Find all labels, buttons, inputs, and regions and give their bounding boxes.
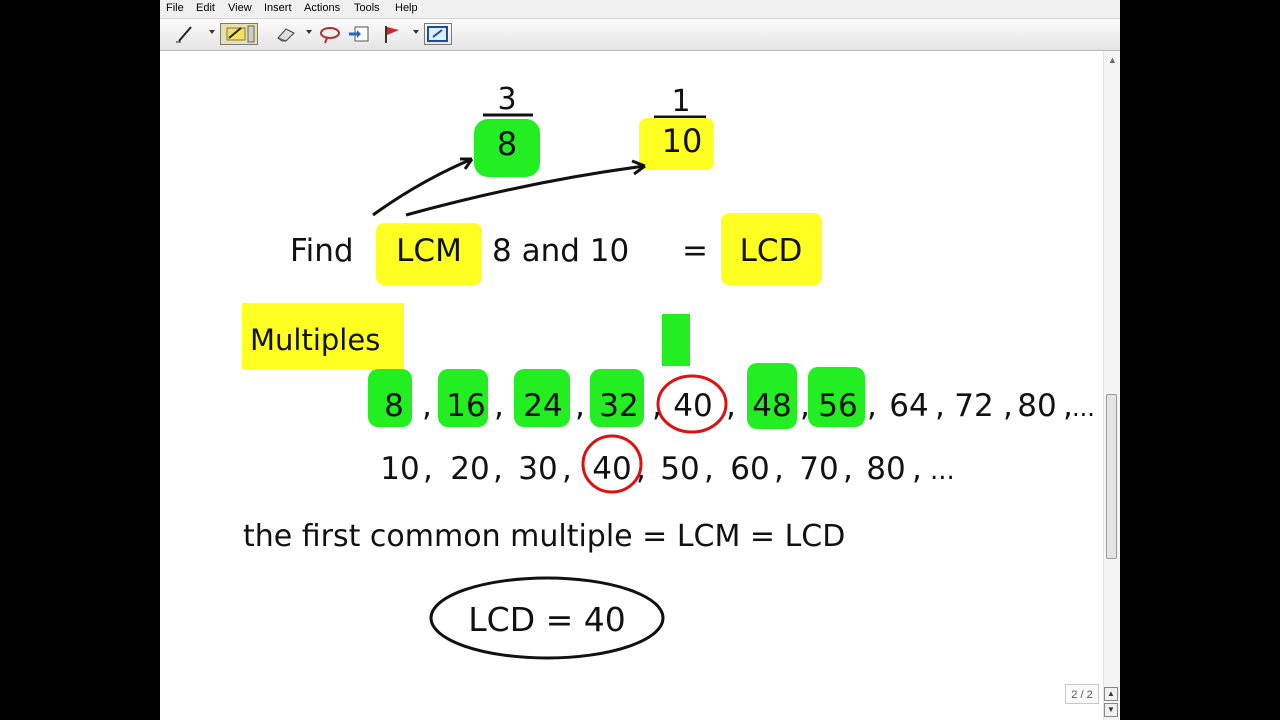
flag-icon (385, 26, 399, 43)
menu-edit[interactable]: Edit (196, 2, 215, 14)
svg-text:,: , (935, 388, 945, 424)
flag-dropdown-arrow[interactable] (413, 30, 419, 34)
multiple-of-10: 60 (730, 451, 769, 487)
fraction-a-denominator: 8 (497, 125, 517, 163)
screenshot-icon (427, 26, 448, 42)
multiple-of-10: 70 (799, 451, 838, 487)
lasso-tool-button[interactable] (316, 23, 344, 45)
multiples-of-10-ellipsis: ... (930, 456, 955, 486)
insert-space-icon (349, 26, 369, 42)
svg-text:,: , (704, 451, 714, 487)
equals-sign: = (682, 233, 708, 269)
previous-page-icon[interactable]: ▲ (1104, 687, 1118, 701)
menu-bar: File Edit View Insert Actions Tools Help (160, 0, 1120, 19)
fraction-b-numerator: 1 (671, 84, 690, 119)
whiteboard-canvas[interactable]: 3 8 1 10 Find LCM 8 and 10 = LCD Multipl… (160, 51, 1103, 720)
svg-text:,: , (636, 451, 646, 487)
svg-text:,: , (800, 388, 810, 424)
multiple-of-8: 32 (599, 388, 638, 424)
scroll-up-arrow-icon[interactable]: ▲ (1108, 55, 1117, 65)
menu-actions[interactable]: Actions (304, 2, 340, 14)
pen-dropdown-arrow[interactable] (209, 30, 215, 34)
page-indicator: 2 / 2 (1065, 684, 1099, 704)
multiple-of-8: 16 (446, 388, 485, 424)
vertical-scrollbar[interactable]: ▲ (1103, 51, 1120, 720)
insert-space-tool-button[interactable] (346, 23, 374, 45)
eight-and-ten-text: 8 and 10 (492, 233, 629, 269)
svg-text:,: , (843, 451, 853, 487)
svg-text:,: , (493, 451, 503, 487)
find-text: Find (290, 233, 354, 269)
multiple-of-10: 30 (518, 451, 557, 487)
pen-icon (176, 26, 192, 43)
svg-text:,: , (867, 388, 877, 424)
eraser-dropdown-arrow[interactable] (306, 30, 312, 34)
svg-text:,: , (575, 388, 585, 424)
multiple-of-8: 48 (752, 388, 791, 424)
menu-help[interactable]: Help (395, 2, 418, 14)
menu-tools[interactable]: Tools (354, 2, 380, 14)
conclusion-text: the first common multiple = LCM = LCD (243, 519, 845, 554)
svg-text:,: , (423, 451, 433, 487)
highlighter-icon (226, 25, 255, 43)
multiple-of-10: 80 (866, 451, 905, 487)
svg-text:,: , (726, 388, 736, 424)
svg-text:,: , (774, 451, 784, 487)
menu-view[interactable]: View (228, 2, 252, 14)
svg-text:,: , (1003, 388, 1013, 424)
next-page-icon[interactable]: ▼ (1104, 703, 1118, 717)
scrollbar-thumb[interactable] (1106, 394, 1117, 559)
svg-text:,: , (912, 451, 922, 487)
whiteboard-drawing: 3 8 1 10 Find LCM 8 and 10 = LCD Multipl… (242, 82, 1095, 660)
multiple-of-10: 10 (380, 451, 419, 487)
multiple-of-8: 64 (889, 388, 928, 424)
lcd-text: LCD (740, 233, 803, 269)
pen-tool-button[interactable] (172, 23, 202, 45)
eraser-icon (277, 28, 295, 42)
multiple-of-8: 80 (1017, 388, 1056, 424)
multiple-of-10: 40 (592, 451, 631, 487)
fraction-a-numerator: 3 (497, 82, 516, 117)
multiple-of-10: 20 (450, 451, 489, 487)
arrow-to-8 (372, 157, 473, 217)
answer-text: LCD = 40 (468, 600, 625, 639)
menu-file[interactable]: File (166, 2, 184, 14)
fraction-b-denominator: 10 (662, 122, 703, 160)
lasso-icon (320, 27, 340, 44)
multiple-of-8: 24 (523, 388, 562, 424)
application-window: File Edit View Insert Actions Tools Help (160, 0, 1120, 720)
menu-insert[interactable]: Insert (264, 2, 292, 14)
multiple-of-8: 8 (384, 388, 404, 424)
svg-text:,: , (652, 388, 662, 424)
multiple-of-8: 72 (954, 388, 993, 424)
multiples-of-8-ellipsis: ... (1072, 394, 1095, 422)
highlighter-tool-button[interactable] (220, 23, 258, 45)
multiple-of-8: 40 (673, 388, 712, 424)
svg-text:,: , (422, 388, 432, 424)
svg-text:,: , (494, 388, 504, 424)
screenshot-tool-button[interactable] (424, 23, 452, 45)
multiples-of-8-row: 8 , 16 , 24 , 32 , 40 , 48 , 56 , 64 , 7… (368, 363, 1095, 434)
multiple-of-10: 50 (660, 451, 699, 487)
toolbar (160, 19, 1120, 51)
multiple-of-8: 56 (818, 388, 857, 424)
lcm-text: LCM (396, 233, 462, 269)
eraser-tool-button[interactable] (272, 23, 300, 45)
flag-tool-button[interactable] (378, 23, 406, 45)
svg-text:,: , (562, 451, 572, 487)
multiples-of-10-row: 10 , 20 , 30 , 40 , 50 , 60 , 70 , 80 , … (380, 434, 955, 494)
multiples-label: Multiples (250, 323, 380, 357)
